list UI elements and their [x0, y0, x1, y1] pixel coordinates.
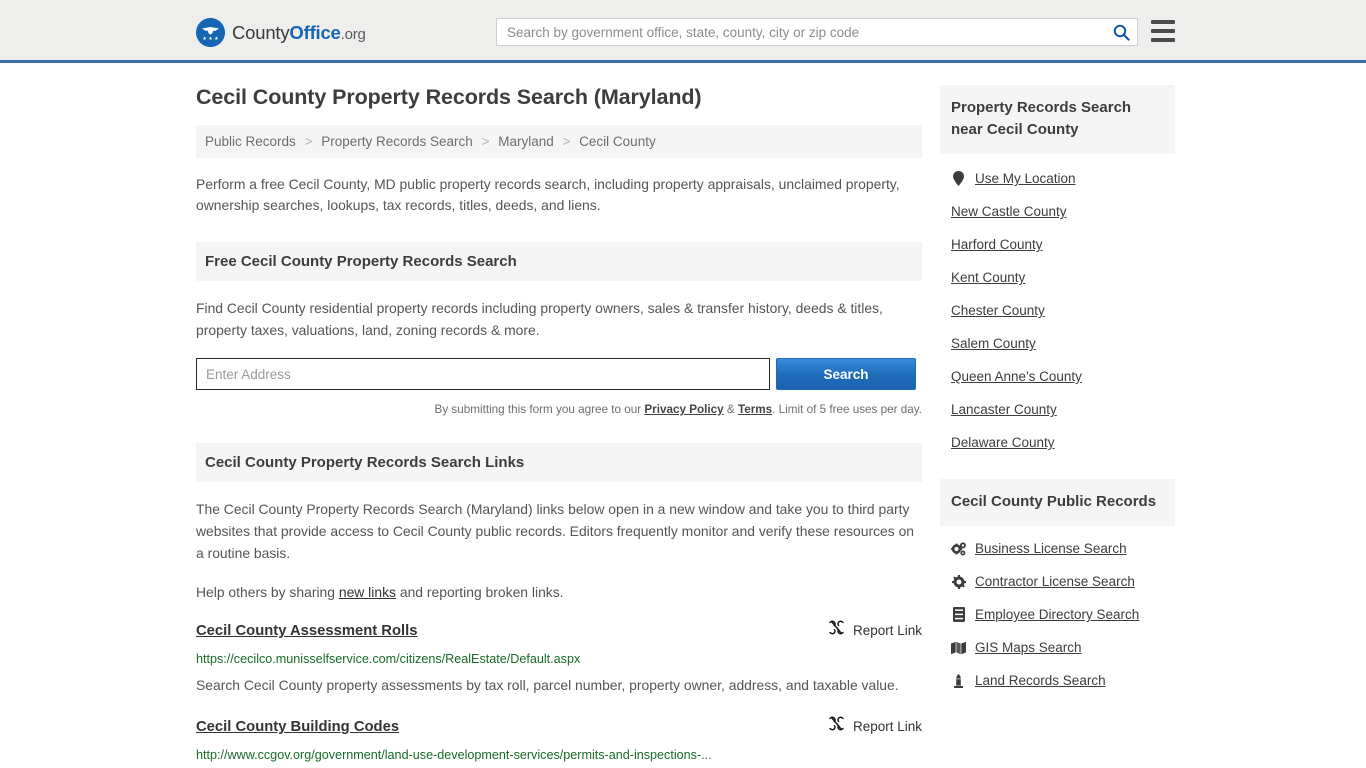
- sidebar-nearby-heading: Property Records Search near Cecil Count…: [940, 85, 1175, 154]
- site-header: CountyOffice.org: [0, 0, 1366, 63]
- breadcrumb-item-maryland[interactable]: Maryland: [498, 134, 554, 149]
- map-pin-icon: [951, 171, 966, 186]
- sidebar: Property Records Search near Cecil Count…: [940, 85, 1175, 768]
- result-title-link[interactable]: Cecil County Building Codes: [196, 716, 399, 738]
- sidebar-item-land-records-search[interactable]: Land Records Search: [940, 664, 1175, 697]
- hamburger-bar: [1151, 38, 1175, 42]
- breadcrumb-item-cecil-county[interactable]: Cecil County: [579, 134, 656, 149]
- search-links-paragraph: The Cecil County Property Records Search…: [196, 501, 915, 561]
- report-link-button[interactable]: Report Link: [828, 620, 922, 642]
- report-link-label: Report Link: [852, 719, 922, 734]
- sidebar-item-delaware-county[interactable]: Delaware County: [940, 426, 1175, 459]
- eagle-seal-icon: [196, 18, 225, 47]
- sidebar-item-queen-annes-county[interactable]: Queen Anne's County: [940, 360, 1175, 393]
- sidebar-item-use-my-location[interactable]: Use My Location: [940, 154, 1175, 195]
- logo-text-office: Office: [289, 21, 341, 43]
- page-container: Cecil County Property Records Search (Ma…: [0, 63, 1366, 768]
- sidebar-public-record-link[interactable]: Employee Directory Search: [975, 607, 1139, 622]
- search-icon[interactable]: [1105, 19, 1137, 45]
- sidebar-nearby-link[interactable]: Salem County: [951, 336, 1036, 351]
- sidebar-public-records-heading: Cecil County Public Records: [940, 479, 1175, 526]
- sidebar-nearby-link[interactable]: Kent County: [951, 270, 1025, 285]
- result-url: https://cecilco.munisselfservice.com/cit…: [196, 652, 581, 666]
- logo-text-county: County: [232, 21, 290, 43]
- breadcrumb-separator: >: [562, 134, 571, 149]
- hamburger-bar: [1151, 20, 1175, 24]
- disclaimer-text-after: . Limit of 5 free uses per day.: [772, 403, 922, 416]
- global-search-box[interactable]: [496, 18, 1138, 46]
- sidebar-public-records-list: Business License Search Contractor Licen…: [940, 526, 1175, 697]
- sidebar-item-lancaster-county[interactable]: Lancaster County: [940, 393, 1175, 426]
- cogs-icon: [951, 541, 966, 556]
- terms-link[interactable]: Terms: [738, 403, 772, 416]
- sidebar-item-chester-county[interactable]: Chester County: [940, 294, 1175, 327]
- sidebar-nearby-link[interactable]: Chester County: [951, 303, 1045, 318]
- main-column: Cecil County Property Records Search (Ma…: [196, 85, 922, 768]
- monument-icon: [951, 673, 966, 688]
- sidebar-item-salem-county[interactable]: Salem County: [940, 327, 1175, 360]
- sidebar-public-record-link[interactable]: Contractor License Search: [975, 574, 1135, 589]
- breadcrumb-separator: >: [304, 134, 313, 149]
- sidebar-nearby-link[interactable]: Delaware County: [951, 435, 1055, 450]
- hamburger-bar: [1151, 29, 1175, 33]
- sidebar-item-contractor-license-search[interactable]: Contractor License Search: [940, 565, 1175, 598]
- free-search-body: Find Cecil County residential property r…: [196, 297, 922, 421]
- breadcrumb-item-property-records-search[interactable]: Property Records Search: [321, 134, 473, 149]
- logo-text-org: .org: [340, 25, 366, 43]
- result-description: Search Cecil County property assessments…: [196, 677, 899, 693]
- free-search-heading: Free Cecil County Property Records Searc…: [196, 242, 922, 281]
- help-text-after: and reporting broken links.: [395, 584, 564, 600]
- disclaimer-amp: &: [723, 403, 738, 416]
- logo-wordmark: CountyOffice.org: [232, 22, 366, 44]
- id-card-icon: [951, 607, 966, 622]
- result-item: Cecil County Building Codes Report Link …: [196, 716, 922, 768]
- search-links-heading: Cecil County Property Records Search Lin…: [196, 443, 922, 482]
- broken-link-icon: [828, 620, 845, 642]
- sidebar-item-employee-directory-search[interactable]: Employee Directory Search: [940, 598, 1175, 631]
- sidebar-public-record-link[interactable]: Business License Search: [975, 541, 1127, 556]
- sidebar-nearby-link[interactable]: New Castle County: [951, 204, 1067, 219]
- search-input[interactable]: [497, 19, 1105, 45]
- address-search-form: Search: [196, 358, 922, 390]
- help-text-before: Help others by sharing: [196, 584, 339, 600]
- sidebar-nearby-link[interactable]: Lancaster County: [951, 402, 1057, 417]
- sidebar-nearby-list: Use My Location New Castle County Harfor…: [940, 154, 1175, 459]
- sidebar-public-record-link[interactable]: Land Records Search: [975, 673, 1106, 688]
- page-intro-text: Perform a free Cecil County, MD public p…: [196, 176, 900, 213]
- breadcrumb-separator: >: [481, 134, 490, 149]
- result-item: Cecil County Assessment Rolls Report Lin…: [196, 620, 922, 698]
- report-link-label: Report Link: [852, 623, 922, 638]
- broken-link-icon: [828, 716, 845, 738]
- help-share-paragraph: Help others by sharing new links and rep…: [196, 581, 922, 603]
- address-input[interactable]: [196, 358, 770, 390]
- new-links-link[interactable]: new links: [339, 584, 396, 600]
- sidebar-nearby-link[interactable]: Use My Location: [975, 171, 1076, 186]
- hamburger-menu-icon[interactable]: [1151, 20, 1175, 42]
- search-links-body: The Cecil County Property Records Search…: [196, 498, 922, 768]
- free-search-description: Find Cecil County residential property r…: [196, 300, 883, 338]
- sidebar-public-record-link[interactable]: GIS Maps Search: [975, 640, 1082, 655]
- site-logo[interactable]: CountyOffice.org: [196, 18, 366, 47]
- breadcrumb-item-public-records[interactable]: Public Records: [205, 134, 296, 149]
- sidebar-item-kent-county[interactable]: Kent County: [940, 261, 1175, 294]
- disclaimer-text-before: By submitting this form you agree to our: [434, 403, 645, 416]
- result-url: http://www.ccgov.org/government/land-use…: [196, 748, 712, 762]
- sidebar-item-harford-county[interactable]: Harford County: [940, 228, 1175, 261]
- result-title-link[interactable]: Cecil County Assessment Rolls: [196, 620, 417, 642]
- page-title: Cecil County Property Records Search (Ma…: [196, 85, 702, 109]
- cog-icon: [951, 574, 966, 589]
- breadcrumb: Public Records > Property Records Search…: [196, 125, 922, 158]
- form-disclaimer: By submitting this form you agree to our…: [196, 399, 922, 421]
- privacy-policy-link[interactable]: Privacy Policy: [644, 403, 723, 416]
- sidebar-item-new-castle-county[interactable]: New Castle County: [940, 195, 1175, 228]
- sidebar-item-business-license-search[interactable]: Business License Search: [940, 526, 1175, 565]
- sidebar-nearby-link[interactable]: Queen Anne's County: [951, 369, 1082, 384]
- report-link-button[interactable]: Report Link: [828, 716, 922, 738]
- sidebar-nearby-link[interactable]: Harford County: [951, 237, 1043, 252]
- sidebar-item-gis-maps-search[interactable]: GIS Maps Search: [940, 631, 1175, 664]
- map-icon: [951, 641, 966, 655]
- search-button[interactable]: Search: [776, 358, 916, 390]
